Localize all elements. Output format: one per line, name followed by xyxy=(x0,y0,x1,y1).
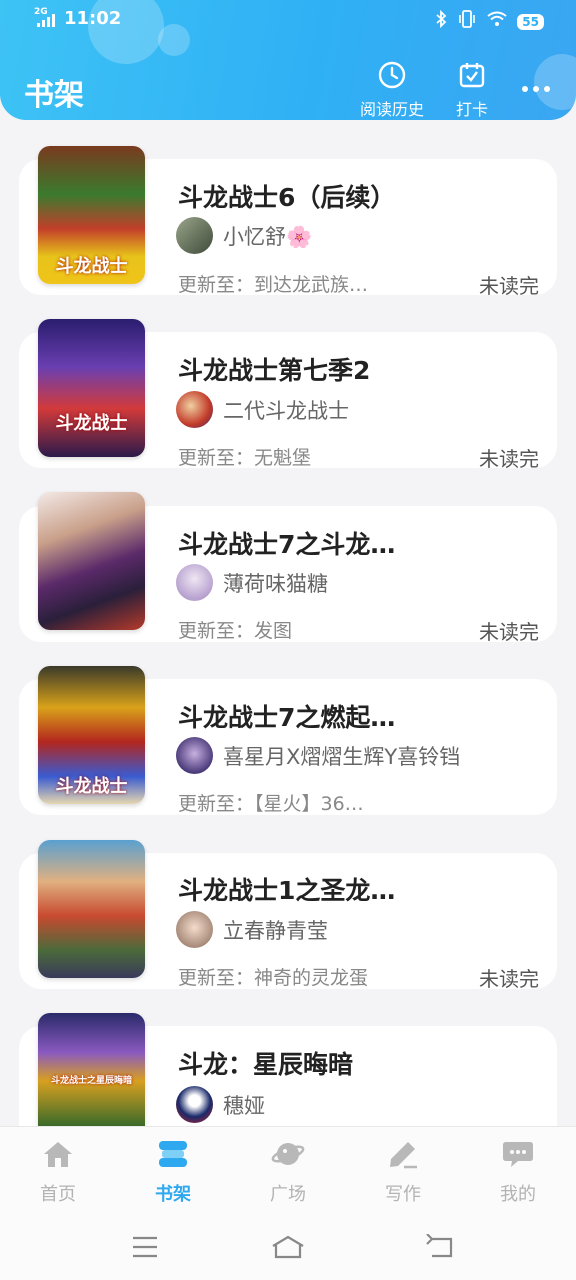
reading-history-label: 阅读历史 xyxy=(360,100,425,119)
author-avatar xyxy=(176,564,213,601)
book-author[interactable]: 穗娅 xyxy=(176,1086,265,1123)
latest-chapter: 更新至：无魁堡 xyxy=(178,447,312,469)
home-nav-icon[interactable] xyxy=(270,1234,306,1264)
vibrate-icon xyxy=(457,10,477,33)
reading-history-button[interactable]: 阅读历史 xyxy=(360,60,424,120)
book-author[interactable]: 小忆舒🌸 xyxy=(176,217,312,254)
tab-write[interactable]: 写作 xyxy=(363,1139,443,1206)
cover-text: 斗龙战士之星辰晦暗 xyxy=(50,1076,132,1086)
book-title[interactable]: 斗龙：星辰晦暗 xyxy=(178,1045,353,1081)
check-in-label: 打卡 xyxy=(456,100,489,119)
bluetooth-icon xyxy=(435,9,447,33)
author-avatar xyxy=(176,391,213,428)
tab-bookshelf[interactable]: 书架 xyxy=(133,1139,213,1206)
check-in-button[interactable]: 打卡 xyxy=(456,60,488,120)
clock-icon xyxy=(377,60,407,96)
tab-label: 广场 xyxy=(270,1184,306,1205)
system-navigation-bar xyxy=(0,1216,576,1280)
read-status: 未读完 xyxy=(479,967,539,991)
recent-apps-icon[interactable] xyxy=(130,1234,160,1264)
cellular-signal-icon: 2G xyxy=(34,7,56,29)
author-avatar xyxy=(176,217,213,254)
read-status: 未读完 xyxy=(479,620,539,644)
pencil-icon xyxy=(386,1139,420,1180)
cover-text: 斗龙战士 xyxy=(55,413,128,434)
clock: 11:02 xyxy=(64,8,122,29)
book-title[interactable]: 斗龙战士7之燃起… xyxy=(178,698,395,734)
cover-text: 斗龙战士 xyxy=(55,776,128,797)
tab-square[interactable]: 广场 xyxy=(248,1139,328,1206)
chat-bubble-icon xyxy=(501,1139,535,1180)
book-cover[interactable]: 斗龙战士之星辰晦暗 xyxy=(38,1013,145,1126)
bookshelf-icon xyxy=(156,1139,190,1180)
read-status: 未读完 xyxy=(479,274,539,298)
author-avatar xyxy=(176,1086,213,1123)
tab-label: 书架 xyxy=(155,1184,191,1205)
book-author[interactable]: 薄荷味猫糖 xyxy=(176,564,328,601)
author-avatar xyxy=(176,737,213,774)
author-name: 喜星月X熠熠生辉Y喜铃铛 xyxy=(223,744,461,769)
tab-profile[interactable]: 我的 xyxy=(478,1139,558,1206)
author-avatar xyxy=(176,911,213,948)
calendar-check-icon xyxy=(457,60,487,96)
book-title[interactable]: 斗龙战士1之圣龙… xyxy=(178,871,395,907)
home-icon xyxy=(41,1139,75,1180)
book-author[interactable]: 立春静青莹 xyxy=(176,911,328,948)
header-bar: 2G 11:02 55 书架 阅读历史 打卡 xyxy=(0,0,576,120)
book-cover[interactable]: 斗龙战士 xyxy=(38,319,145,457)
latest-chapter: 更新至：神奇的灵龙蛋 xyxy=(178,967,369,989)
latest-chapter: 更新至：【星火】36… xyxy=(178,793,364,815)
book-cover[interactable] xyxy=(38,492,145,630)
tab-home[interactable]: 首页 xyxy=(18,1139,98,1206)
tab-label: 首页 xyxy=(40,1184,76,1205)
book-title[interactable]: 斗龙战士7之斗龙… xyxy=(178,525,395,561)
author-name: 穗娅 xyxy=(223,1093,265,1118)
planet-icon xyxy=(271,1139,305,1180)
page-title: 书架 xyxy=(24,78,84,113)
read-status: 未读完 xyxy=(479,447,539,471)
status-bar: 2G 11:02 55 xyxy=(0,7,576,36)
author-name: 小忆舒🌸 xyxy=(223,224,313,249)
book-author[interactable]: 二代斗龙战士 xyxy=(176,391,349,428)
book-title[interactable]: 斗龙战士第七季2 xyxy=(178,351,370,387)
book-cover[interactable] xyxy=(38,840,145,978)
cover-text: 斗龙战士 xyxy=(55,256,128,277)
book-author[interactable]: 喜星月X熠熠生辉Y喜铃铛 xyxy=(176,737,460,774)
wifi-icon xyxy=(487,11,507,32)
latest-chapter: 更新至：发图 xyxy=(178,620,293,642)
book-title[interactable]: 斗龙战士6（后续） xyxy=(178,178,395,214)
bottom-tab-bar: 首页 书架 广场 写作 我的 xyxy=(0,1126,576,1216)
book-cover[interactable]: 斗龙战士 xyxy=(38,666,145,804)
book-cover[interactable]: 斗龙战士 xyxy=(38,146,145,284)
author-name: 二代斗龙战士 xyxy=(223,398,349,423)
battery-indicator: 55 xyxy=(517,13,544,30)
more-menu-icon[interactable] xyxy=(522,86,550,92)
author-name: 立春静青莹 xyxy=(223,918,328,943)
tab-label: 写作 xyxy=(385,1184,421,1205)
tab-label: 我的 xyxy=(500,1184,536,1205)
back-nav-icon[interactable] xyxy=(424,1233,454,1264)
latest-chapter: 更新至：到达龙武族… xyxy=(178,274,369,296)
author-name: 薄荷味猫糖 xyxy=(223,571,328,596)
decor-bubble xyxy=(534,54,576,110)
